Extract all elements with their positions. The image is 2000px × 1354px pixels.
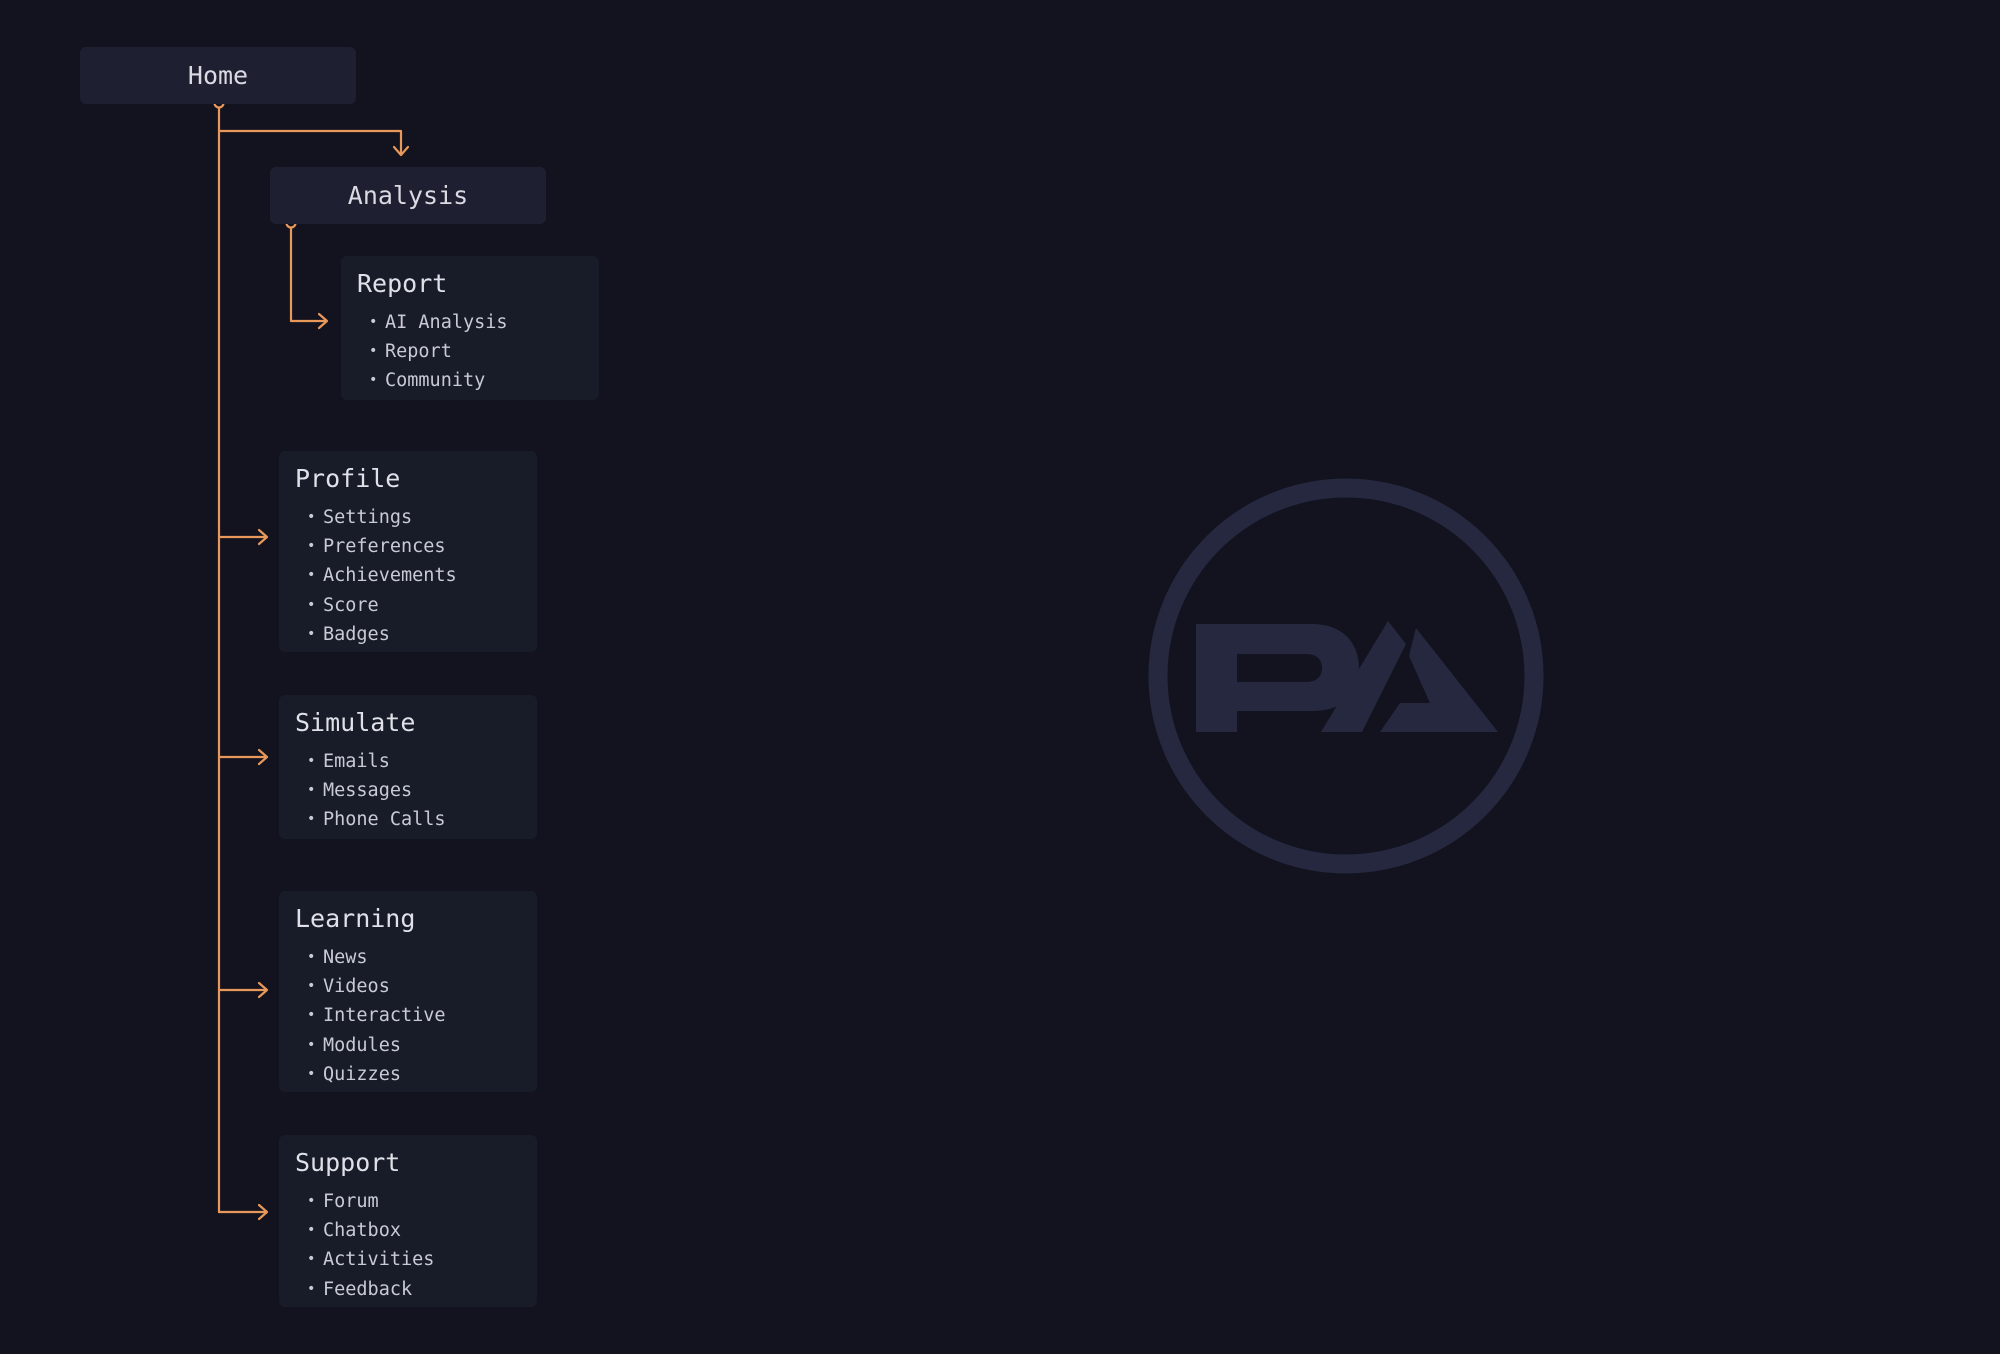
simulate-card-title: Simulate [295,708,416,737]
list-item[interactable]: Interactive [307,1001,521,1030]
report-card-list: AI Analysis Report Community [357,308,583,396]
profile-card-list: Settings Preferences Achievements Score … [295,503,521,649]
list-item[interactable]: Feedback [307,1275,521,1304]
list-item[interactable]: Modules [307,1031,521,1060]
list-item[interactable]: Videos [307,972,521,1001]
list-item[interactable]: Badges [307,620,521,649]
support-card[interactable]: Support Forum Chatbox Activities Feedbac… [279,1135,537,1307]
simulate-card[interactable]: Simulate Emails Messages Phone Calls [279,695,537,839]
simulate-card-list: Emails Messages Phone Calls [295,747,521,835]
pa-monogram-circle-icon [1148,478,1544,874]
list-item[interactable]: Score [307,591,521,620]
learning-card-title: Learning [295,904,416,933]
list-item[interactable]: Phone Calls [307,805,521,834]
list-item[interactable]: Quizzes [307,1060,521,1089]
list-item[interactable]: Preferences [307,532,521,561]
list-item[interactable]: Activities [307,1245,521,1274]
list-item[interactable]: Messages [307,776,521,805]
support-card-title: Support [295,1148,401,1177]
list-item[interactable]: Settings [307,503,521,532]
list-item[interactable]: Report [369,337,583,366]
report-card-title: Report [357,269,448,298]
learning-card[interactable]: Learning News Videos Interactive Modules… [279,891,537,1092]
profile-card-title: Profile [295,464,401,493]
link-analysis-report [289,226,328,323]
list-item[interactable]: News [307,943,521,972]
list-item[interactable]: Chatbox [307,1216,521,1245]
analysis-node[interactable]: Analysis [270,167,546,224]
list-item[interactable]: Community [369,366,583,395]
link-home-analysis [217,129,403,156]
list-item[interactable]: Achievements [307,561,521,590]
list-item[interactable]: Forum [307,1187,521,1216]
report-card[interactable]: Report AI Analysis Report Community [341,256,599,400]
home-node[interactable]: Home [80,47,356,104]
profile-card[interactable]: Profile Settings Preferences Achievement… [279,451,537,652]
list-item[interactable]: AI Analysis [369,308,583,337]
home-node-label: Home [187,61,249,90]
list-item[interactable]: Emails [307,747,521,776]
learning-card-list: News Videos Interactive Modules Quizzes [295,943,521,1089]
support-card-list: Forum Chatbox Activities Feedback [295,1187,521,1304]
analysis-node-label: Analysis [347,181,469,210]
